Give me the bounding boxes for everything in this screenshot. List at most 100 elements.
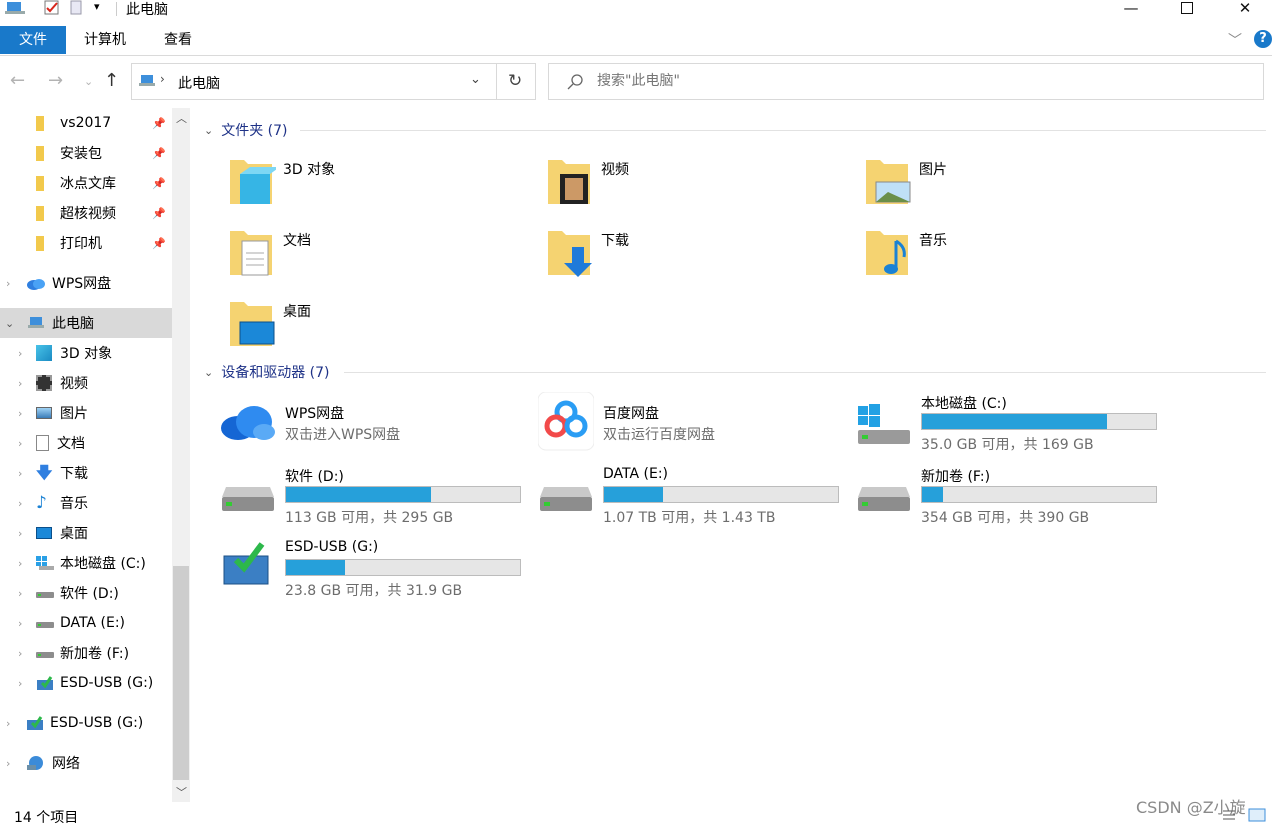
sidebar-item-videos[interactable]: › 视频 bbox=[0, 368, 172, 398]
expand-chevron-icon[interactable]: › bbox=[18, 677, 22, 690]
address-bar[interactable]: › 此电脑 ⌄ ↻ bbox=[131, 63, 536, 100]
expand-chevron-icon[interactable]: › bbox=[18, 377, 22, 390]
pin-icon[interactable]: 📌 bbox=[152, 237, 166, 250]
drive-tile-e[interactable]: DATA (E:) 1.07 TB 可用，共 1.43 TB bbox=[540, 465, 846, 531]
sidebar-item-downloads[interactable]: › 🡇 下载 bbox=[0, 458, 172, 488]
breadcrumb-chevron-icon[interactable]: › bbox=[160, 72, 165, 86]
recent-locations-chevron-icon[interactable]: ⌄ bbox=[84, 75, 93, 88]
cloud-tile-baidu[interactable]: 百度网盘 双击运行百度网盘 bbox=[538, 392, 846, 460]
group-header-folders[interactable]: ⌄ 文件夹 (7) bbox=[204, 120, 288, 140]
tab-file[interactable]: 文件 bbox=[0, 26, 66, 54]
network-icon bbox=[27, 756, 43, 770]
drive-tile-c[interactable]: 本地磁盘 (C:) 35.0 GB 可用，共 169 GB bbox=[858, 392, 1164, 458]
sidebar-item-drive-d[interactable]: › 软件 (D:) bbox=[0, 578, 172, 608]
film-icon bbox=[36, 375, 52, 391]
folder-tile-documents[interactable]: 文档 bbox=[226, 219, 526, 285]
collapse-chevron-icon[interactable]: ⌄ bbox=[204, 124, 213, 137]
pin-icon[interactable]: 📌 bbox=[152, 207, 166, 220]
folder-tile-desktop[interactable]: 桌面 bbox=[226, 290, 526, 356]
expand-chevron-icon[interactable]: › bbox=[18, 467, 22, 480]
folder-tile-pictures[interactable]: 图片 bbox=[862, 148, 1162, 214]
details-view-icon[interactable] bbox=[1222, 808, 1236, 822]
sidebar-item-chaohe[interactable]: 超核视频 📌 bbox=[36, 198, 172, 228]
up-arrow-icon[interactable]: ↑ bbox=[104, 70, 119, 91]
sidebar-item-network[interactable]: › 网络 bbox=[0, 748, 172, 778]
sidebar-item-bingdian[interactable]: 冰点文库 📌 bbox=[36, 168, 172, 198]
expand-chevron-icon[interactable]: › bbox=[18, 557, 22, 570]
sidebar-item-drive-c[interactable]: › 本地磁盘 (C:) bbox=[0, 548, 172, 578]
expand-chevron-icon[interactable]: › bbox=[18, 527, 22, 540]
forward-arrow-icon[interactable]: → bbox=[48, 70, 63, 91]
drive-tile-d[interactable]: 软件 (D:) 113 GB 可用，共 295 GB bbox=[222, 465, 528, 531]
search-box[interactable] bbox=[548, 63, 1264, 100]
sidebar-item-drive-g[interactable]: › ESD-USB (G:) bbox=[0, 668, 172, 698]
documents-folder-icon bbox=[230, 231, 272, 276]
sidebar-item-label: 桌面 bbox=[60, 526, 88, 542]
pin-icon[interactable]: 📌 bbox=[152, 147, 166, 160]
drive-tile-f[interactable]: 新加卷 (F:) 354 GB 可用，共 390 GB bbox=[858, 465, 1164, 531]
tab-computer[interactable]: 计算机 bbox=[70, 26, 140, 54]
sidebar-item-install[interactable]: 安装包 📌 bbox=[36, 138, 172, 168]
downloads-folder-icon bbox=[548, 231, 592, 277]
folder-tile-downloads[interactable]: 下载 bbox=[544, 219, 844, 285]
scroll-down-icon[interactable]: ﹀ bbox=[176, 784, 187, 800]
expand-chevron-icon[interactable]: › bbox=[18, 437, 22, 450]
folder-tile-3d-objects[interactable]: 3D 对象 bbox=[226, 148, 526, 214]
expand-chevron-icon[interactable]: › bbox=[18, 407, 22, 420]
sidebar-item-music[interactable]: › ♪ 音乐 bbox=[0, 488, 172, 518]
pin-icon[interactable]: 📌 bbox=[152, 177, 166, 190]
expand-chevron-icon[interactable]: › bbox=[18, 647, 22, 660]
ribbon: 文件 计算机 查看 ﹀ ? bbox=[0, 26, 1272, 56]
close-button[interactable]: ✕ bbox=[1216, 0, 1272, 17]
drive-free-text: 354 GB 可用，共 390 GB bbox=[921, 510, 1090, 526]
tab-view[interactable]: 查看 bbox=[148, 26, 208, 54]
back-arrow-icon[interactable]: ← bbox=[10, 70, 25, 91]
quick-access-dropdown-icon[interactable]: ▾ bbox=[94, 0, 100, 13]
refresh-icon[interactable]: ↻ bbox=[508, 71, 522, 91]
expand-chevron-icon[interactable]: › bbox=[6, 717, 10, 730]
sidebar-item-drive-e[interactable]: › DATA (E:) bbox=[0, 608, 172, 638]
sidebar-item-vs2017[interactable]: vs2017 📌 bbox=[36, 108, 172, 138]
breadcrumb[interactable]: 此电脑 bbox=[178, 73, 220, 93]
properties-check-icon[interactable] bbox=[44, 0, 60, 16]
scrollbar-thumb[interactable] bbox=[173, 566, 189, 780]
pin-icon[interactable]: 📌 bbox=[152, 117, 166, 130]
group-title: 设备和驱动器 (7) bbox=[221, 365, 330, 381]
ribbon-expand-chevron-icon[interactable]: ﹀ bbox=[1228, 30, 1242, 50]
scroll-up-icon[interactable]: ︿ bbox=[176, 110, 187, 126]
sidebar-item-esd-usb[interactable]: › ESD-USB (G:) bbox=[0, 708, 172, 738]
expand-chevron-icon[interactable]: › bbox=[6, 277, 10, 290]
minimize-button[interactable]: — bbox=[1102, 0, 1160, 17]
search-icon bbox=[567, 74, 583, 90]
sidebar-item-drive-f[interactable]: › 新加卷 (F:) bbox=[0, 638, 172, 668]
sidebar-item-3d-objects[interactable]: › 3D 对象 bbox=[0, 338, 172, 368]
expand-chevron-icon[interactable]: › bbox=[6, 757, 10, 770]
sidebar-item-desktop[interactable]: › 桌面 bbox=[0, 518, 172, 548]
sidebar-item-wps[interactable]: › WPS网盘 bbox=[0, 268, 172, 298]
folder-tile-music[interactable]: 音乐 bbox=[862, 219, 1162, 285]
expand-chevron-icon[interactable]: › bbox=[18, 617, 22, 630]
cloud-tile-wps[interactable]: WPS网盘 双击进入WPS网盘 bbox=[221, 394, 528, 460]
folder-label: 桌面 bbox=[283, 304, 311, 320]
large-icons-view-icon[interactable] bbox=[1248, 808, 1266, 822]
address-divider bbox=[496, 64, 497, 99]
hard-drive-icon bbox=[36, 652, 54, 658]
folder-tile-videos[interactable]: 视频 bbox=[544, 148, 844, 214]
expand-chevron-icon[interactable]: › bbox=[18, 587, 22, 600]
new-folder-icon[interactable] bbox=[70, 0, 82, 16]
help-icon[interactable]: ? bbox=[1254, 30, 1272, 48]
maximize-button[interactable] bbox=[1158, 0, 1216, 16]
address-dropdown-icon[interactable]: ⌄ bbox=[470, 72, 481, 87]
sidebar-item-printer[interactable]: 打印机 📌 bbox=[36, 228, 172, 258]
expand-chevron-icon[interactable]: › bbox=[18, 347, 22, 360]
drive-tile-g[interactable]: ESD-USB (G:) 23.8 GB 可用，共 31.9 GB bbox=[223, 538, 528, 604]
nav-scrollbar[interactable]: ︿ ﹀ bbox=[172, 108, 190, 802]
sidebar-item-this-pc[interactable]: ⌄ 此电脑 bbox=[0, 308, 172, 338]
sidebar-item-pictures[interactable]: › 图片 bbox=[0, 398, 172, 428]
collapse-chevron-icon[interactable]: ⌄ bbox=[204, 366, 213, 379]
group-header-devices[interactable]: ⌄ 设备和驱动器 (7) bbox=[204, 362, 330, 382]
search-input[interactable] bbox=[597, 71, 1197, 91]
sidebar-item-documents[interactable]: › 文档 bbox=[0, 428, 172, 458]
collapse-chevron-icon[interactable]: ⌄ bbox=[5, 317, 14, 330]
expand-chevron-icon[interactable]: › bbox=[18, 497, 22, 510]
